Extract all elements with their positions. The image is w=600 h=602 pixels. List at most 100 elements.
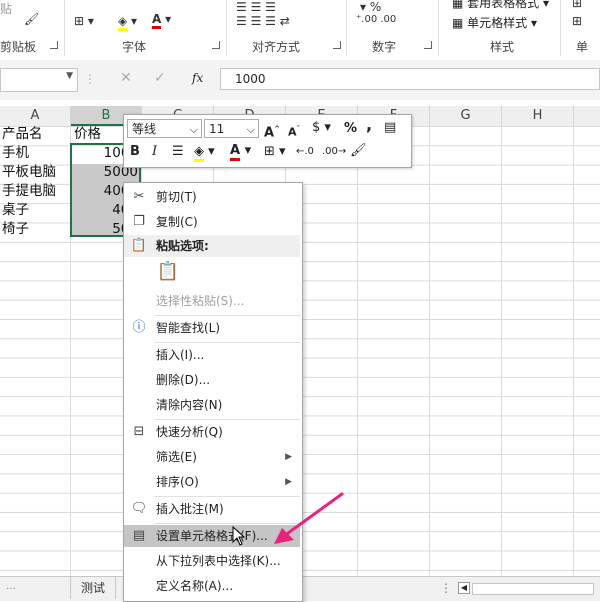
menu-item-label: 插入批注(M) bbox=[156, 502, 224, 516]
cell-styles-button[interactable]: ▦ 单元格样式 ▾ bbox=[452, 14, 537, 31]
increase-font-icon[interactable]: A^ bbox=[264, 120, 280, 142]
number-group-label: 数字 bbox=[372, 40, 397, 54]
align-center-icon[interactable]: ☰ bbox=[172, 143, 184, 161]
italic-button[interactable]: I bbox=[152, 143, 157, 161]
menu-item-delete[interactable]: 删除(D)... bbox=[124, 369, 300, 391]
menu-item-quick-analysis[interactable]: ⊟ 快速分析(Q) bbox=[124, 421, 300, 443]
insert-cells-icon[interactable]: ⊞ bbox=[572, 0, 582, 10]
menu-item-label: 选择性粘贴(S)... bbox=[156, 294, 245, 308]
tab-scroll-icon[interactable]: … bbox=[6, 581, 16, 592]
paste-options-header: 📋 粘贴选项: bbox=[124, 235, 300, 257]
chevron-down-icon[interactable]: ⌵ bbox=[190, 120, 198, 139]
scroll-left-icon[interactable]: ◀ bbox=[458, 582, 470, 594]
currency-button[interactable]: $ ▾ bbox=[312, 119, 331, 137]
menu-item-pick-from-list[interactable]: 从下拉列表中选择(K)... bbox=[124, 550, 300, 572]
number-launcher-icon[interactable] bbox=[424, 41, 432, 49]
align-top-icon[interactable]: ☰ ☰ ☰ bbox=[236, 0, 276, 14]
menu-item-label: 快速分析(Q) bbox=[156, 425, 223, 439]
comma-style-button[interactable]: , bbox=[366, 116, 372, 134]
percent-style-icon[interactable]: ▾ % bbox=[360, 0, 381, 14]
cancel-icon[interactable]: ✕ bbox=[120, 70, 132, 86]
name-box[interactable]: ▼ bbox=[0, 68, 78, 92]
border-icon[interactable]: ⊞ ▾ bbox=[264, 143, 286, 161]
formula-buttons: ⋮ ✕ ✓ fx bbox=[80, 68, 220, 90]
quick-analysis-icon: ⊟ bbox=[133, 424, 145, 439]
mini-toolbar: 等线 ⌵ 11 ⌵ A^ Aˇ $ ▾ % , ▤ B I ☰ ◈ ▾ A ▾ … bbox=[123, 114, 412, 168]
font-size-value: 11 bbox=[209, 122, 225, 136]
styles-group-label: 样式 bbox=[490, 40, 515, 54]
menu-item-insert[interactable]: 插入(I)... bbox=[124, 344, 300, 366]
font-color-icon[interactable]: A ▾ bbox=[152, 12, 171, 29]
format-painter-icon[interactable]: 🖌 bbox=[350, 142, 367, 160]
menu-item-label: 删除(D)... bbox=[156, 373, 211, 387]
menu-item-filter[interactable]: 筛选(E) ▶ bbox=[124, 446, 300, 468]
decrease-decimal-icon[interactable]: .00→ bbox=[322, 143, 346, 161]
menu-item-label: 排序(O) bbox=[156, 475, 199, 489]
menu-item-clear-contents[interactable]: 清除内容(N) bbox=[124, 394, 300, 416]
align-left-icon[interactable]: ☰ ☰ ☰ ⇄ bbox=[236, 14, 290, 28]
insert-function-button[interactable]: fx bbox=[192, 71, 203, 85]
scroll-separator-icon[interactable]: ⋮ bbox=[440, 581, 452, 595]
ribbon-divider bbox=[560, 0, 561, 56]
ribbon-divider bbox=[64, 0, 65, 56]
cell-a3[interactable]: 平板电脑 bbox=[2, 163, 56, 182]
border-icon[interactable]: ⊞ ▾ bbox=[74, 14, 94, 28]
cell-b1[interactable]: 价格 bbox=[74, 125, 101, 144]
menu-item-cut[interactable]: ✂ 剪切(T) bbox=[124, 186, 300, 208]
increase-decimal-icon[interactable]: ←.0 bbox=[296, 143, 314, 161]
cell-a5[interactable]: 桌子 bbox=[2, 201, 29, 220]
paste-option-icon[interactable]: 📋 bbox=[154, 261, 182, 287]
chevron-down-icon[interactable]: ⌵ bbox=[247, 120, 255, 139]
ribbon-divider bbox=[346, 0, 347, 56]
format-table-icon[interactable]: ▤ bbox=[384, 119, 396, 137]
decrease-font-icon[interactable]: Aˇ bbox=[288, 120, 300, 142]
bold-button[interactable]: B bbox=[130, 143, 140, 161]
fill-color-icon[interactable]: ◈ ▾ bbox=[194, 143, 215, 162]
menu-item-define-name[interactable]: 定义名称(A)... bbox=[124, 575, 300, 597]
font-color-icon[interactable]: A ▾ bbox=[230, 142, 251, 161]
fill-color-icon[interactable]: ◈ ▾ bbox=[118, 14, 137, 31]
ribbon-divider bbox=[226, 0, 227, 56]
menu-separator bbox=[154, 315, 300, 316]
horizontal-scrollbar[interactable] bbox=[472, 583, 594, 595]
formula-input[interactable]: 1000 bbox=[220, 68, 600, 90]
menu-item-label: 剪切(T) bbox=[156, 190, 197, 204]
cell-a6[interactable]: 椅子 bbox=[2, 220, 29, 239]
enter-icon[interactable]: ✓ bbox=[154, 70, 166, 86]
menu-item-label: 清除内容(N) bbox=[156, 398, 223, 412]
font-name-select[interactable]: 等线 ⌵ bbox=[127, 119, 202, 138]
percent-button[interactable]: % bbox=[344, 120, 357, 138]
column-header-g[interactable]: G bbox=[430, 106, 502, 126]
font-size-select[interactable]: 11 ⌵ bbox=[204, 119, 259, 138]
decimal-icon[interactable]: ⁺.00 .00 bbox=[356, 14, 396, 25]
scissors-icon: ✂ bbox=[133, 189, 145, 204]
smart-lookup-icon: ⓘ bbox=[132, 320, 146, 335]
menu-item-label: 粘贴选项: bbox=[156, 239, 209, 253]
font-group-label: 字体 bbox=[122, 40, 147, 54]
alignment-launcher-icon[interactable] bbox=[333, 41, 341, 49]
font-name-value: 等线 bbox=[132, 122, 157, 136]
font-launcher-icon[interactable] bbox=[212, 41, 220, 49]
cell-a2[interactable]: 手机 bbox=[2, 144, 29, 163]
column-header-h[interactable]: H bbox=[502, 106, 574, 126]
menu-item-paste-special[interactable]: 选择性粘贴(S)... bbox=[124, 290, 300, 312]
menu-item-copy[interactable]: ❐ 复制(C) bbox=[124, 211, 300, 233]
format-as-table-button[interactable]: ▦ 套用表格格式 ▾ bbox=[452, 0, 549, 11]
sheet-tab[interactable]: 测试 bbox=[70, 577, 117, 599]
menu-item-label: 定义名称(A)... bbox=[156, 579, 234, 593]
menu-item-smart-lookup[interactable]: ⓘ 智能查找(L) bbox=[124, 317, 300, 339]
ribbon: 贴 🖌 剪贴板 ⊞ ▾ ◈ ▾ A ▾ 字体 ☰ ☰ ☰ ☰ ☰ ☰ ⇄ 对齐方… bbox=[0, 0, 600, 61]
column-header-a[interactable]: A bbox=[0, 106, 71, 126]
delete-cells-icon[interactable]: ⊞ bbox=[572, 14, 582, 28]
grid-line bbox=[501, 126, 502, 576]
copy-icon: ❐ bbox=[133, 214, 145, 229]
menu-item-label: 智能查找(L) bbox=[156, 321, 221, 335]
cell-a4[interactable]: 手提电脑 bbox=[2, 182, 56, 201]
cell-a1[interactable]: 产品名 bbox=[2, 125, 43, 144]
clipboard-launcher-icon[interactable] bbox=[50, 41, 58, 49]
grid-line bbox=[573, 126, 574, 576]
format-painter-icon[interactable]: 🖌 bbox=[24, 12, 39, 26]
paste-button-fragment[interactable]: 贴 bbox=[0, 0, 12, 17]
chevron-down-icon[interactable]: ▼ bbox=[66, 71, 73, 81]
menu-item-label: 设置单元格格式(F)... bbox=[156, 529, 268, 543]
